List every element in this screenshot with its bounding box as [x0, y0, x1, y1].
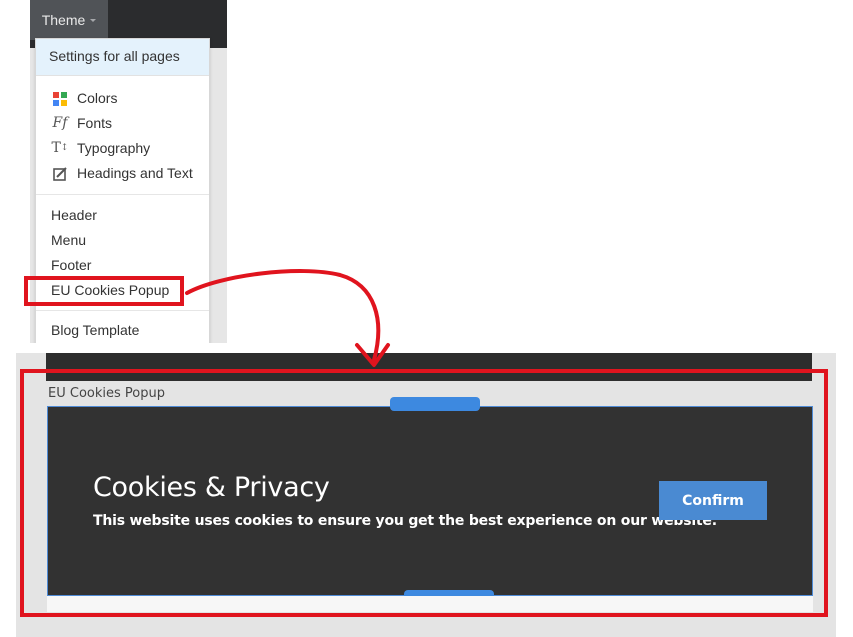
menu-item-typography[interactable]: T ↕ Typography [36, 136, 209, 161]
theme-tab-label: Theme [41, 12, 86, 28]
menu-item-header[interactable]: Header [36, 203, 209, 228]
theme-tab[interactable]: Theme [30, 0, 108, 40]
menu-item-label: Colors [77, 90, 118, 106]
fonts-icon: Ff [52, 115, 68, 131]
template-group: Blog Template [36, 311, 209, 343]
headings-icon [51, 165, 69, 183]
caret-down-icon [90, 18, 97, 22]
menu-item-blog-template[interactable]: Blog Template [36, 318, 209, 343]
style-group: Colors Ff Fonts T ↕ Typography Headings a… [36, 76, 209, 194]
menu-item-label: Typography [77, 140, 151, 156]
colors-icon [51, 90, 69, 108]
menu-item-headings-and-text[interactable]: Headings and Text [36, 161, 209, 186]
menu-item-colors[interactable]: Colors [36, 86, 209, 111]
menu-item-label: Fonts [77, 115, 113, 131]
highlight-box-preview [20, 369, 828, 617]
highlight-box-menu-item [24, 276, 184, 306]
menu-item-fonts[interactable]: Ff Fonts [36, 111, 209, 136]
dropdown-header[interactable]: Settings for all pages [36, 39, 209, 76]
menu-item-menu[interactable]: Menu [36, 228, 209, 253]
menu-item-footer[interactable]: Footer [36, 253, 209, 278]
typography-icon: T ↕ [51, 140, 69, 156]
menu-item-label: Headings and Text [77, 165, 193, 181]
